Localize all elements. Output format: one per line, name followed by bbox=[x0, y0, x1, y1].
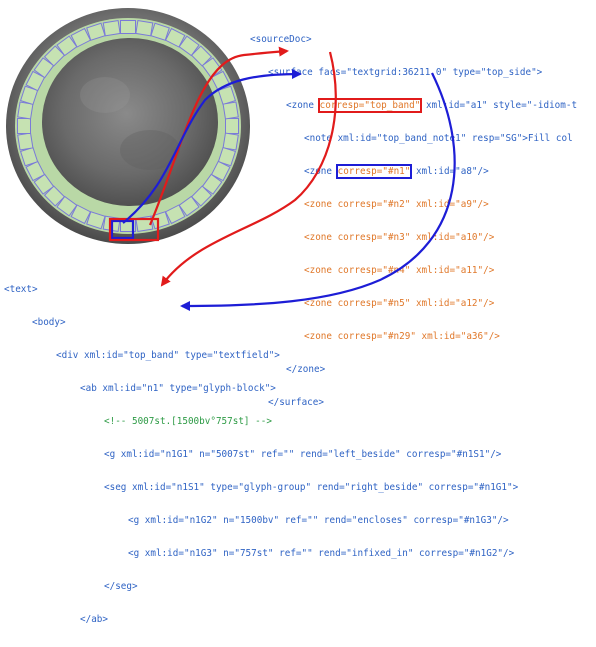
code-line-zone-n3: <zone corresp="#n3" xml:id="a10"/> bbox=[304, 232, 495, 243]
code-line-div-top-band: <div xml:id="top_band" type="textfield"> bbox=[56, 350, 280, 361]
band-cell bbox=[17, 101, 34, 120]
band-cell bbox=[17, 118, 31, 134]
code-line-seg-n1s1: <seg xml:id="n1S1" type="glyph-group" re… bbox=[104, 482, 519, 493]
band-cell bbox=[120, 20, 136, 34]
code-line-note: <note xml:id="top_band_note1" resp="SG">… bbox=[304, 133, 573, 144]
band-cell bbox=[135, 20, 154, 37]
band-cell bbox=[102, 20, 121, 37]
diagram: <sourceDoc> <surface facs="textgrid:3621… bbox=[0, 0, 596, 625]
code-line-comment: <!-- 5007st.[1500bv°757st] --> bbox=[104, 416, 272, 427]
code-line-ab-n1: <ab xml:id="n1" type="glyph-block"> bbox=[80, 383, 276, 394]
band-cell bbox=[222, 101, 239, 120]
corresp-top-band-attr: corresp="top_band" bbox=[317, 98, 423, 113]
clay-tablet-image bbox=[6, 8, 250, 244]
code-line-body: <body> bbox=[32, 317, 66, 328]
code-line-seg-close: </seg> bbox=[104, 581, 138, 592]
band-cell bbox=[222, 132, 239, 151]
tablet-interior bbox=[42, 38, 218, 206]
band-cell bbox=[225, 118, 239, 134]
code-line-text: <text> bbox=[4, 284, 38, 295]
band-cell bbox=[17, 132, 34, 151]
code-line-sourcedoc: <sourceDoc> bbox=[250, 34, 312, 45]
code-line-zone-n2: <zone corresp="#n2" xml:id="a9"/> bbox=[304, 199, 489, 210]
code-line-surface: <surface facs="textgrid:36211.0" type="t… bbox=[268, 67, 543, 78]
code-line-zone-n1: <zone corresp="#n1" xml:id="a8"/> bbox=[304, 164, 489, 179]
text-body-code: <text> <body> <div xml:id="top_band" typ… bbox=[4, 262, 518, 647]
corresp-n1-attr: corresp="#n1" bbox=[335, 164, 413, 179]
code-line-g-n1g3: <g xml:id="n1G3" n="757st" ref="" rend="… bbox=[128, 548, 515, 559]
code-line-zone-top-band: <zone corresp="top_band" xml:id="a1" sty… bbox=[286, 98, 578, 113]
code-line-g-n1g1: <g xml:id="n1G1" n="5007st" ref="" rend=… bbox=[104, 449, 502, 460]
code-line-ab-close: </ab> bbox=[80, 614, 108, 625]
code-line-g-n1g2: <g xml:id="n1G2" n="1500bv" ref="" rend=… bbox=[128, 515, 509, 526]
